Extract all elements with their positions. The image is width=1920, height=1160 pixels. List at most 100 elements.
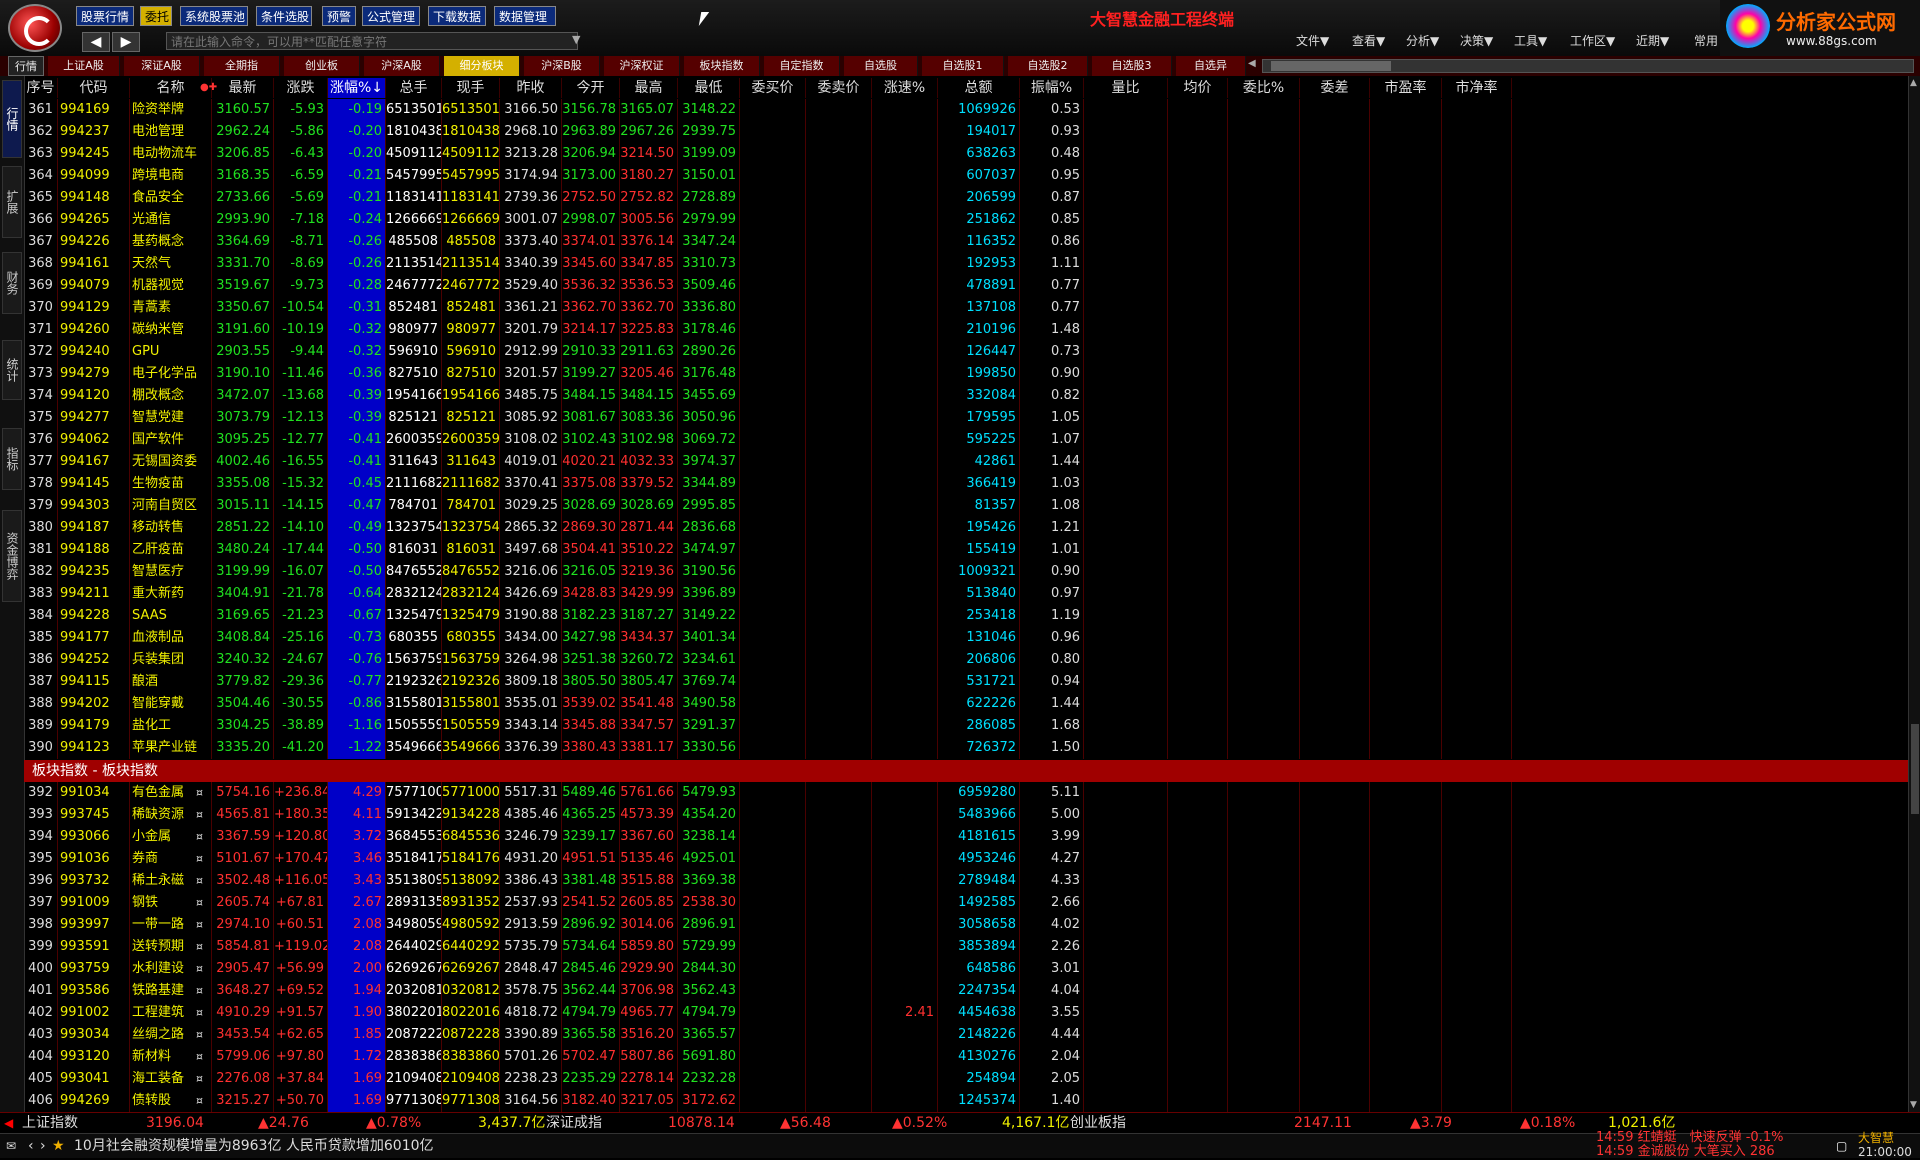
tab[interactable]: 上证A股	[48, 56, 120, 76]
column-header[interactable]: 涨速%	[872, 78, 938, 98]
tab[interactable]: 创业板	[284, 56, 360, 76]
column-header[interactable]: 涨跌	[274, 78, 328, 98]
table-row[interactable]: 404993120新材料5799.06+97.801.7228383860838…	[24, 1046, 1908, 1068]
toolbar-button[interactable]: 系统股票池	[180, 6, 248, 26]
column-header[interactable]: 代码	[58, 78, 130, 98]
ticker-next-icon[interactable]: ›	[40, 1134, 46, 1158]
tab[interactable]: 全期指	[204, 56, 280, 76]
table-row[interactable]: 397991009钢铁2605.74+67.812.67289313528931…	[24, 892, 1908, 914]
column-header[interactable]: 振幅%	[1020, 78, 1084, 98]
table-row[interactable]: 374 994120 棚改概念 3472.07 -13.68 -0.39 1954166 19…	[24, 385, 1908, 407]
table-row[interactable]: 375 994277 智慧党建 3073.79 -12.13 -0.39 825121 825…	[24, 407, 1908, 429]
menu-item[interactable]: 工具▼	[1514, 32, 1547, 49]
column-header[interactable]: 委卖价	[806, 78, 872, 98]
table-row[interactable]: 394993066小金属3367.59+120.803.723684553668…	[24, 826, 1908, 848]
table-row[interactable]: 364 994099 跨境电商 3168.35 -6.59 -0.21 5457995 545…	[24, 165, 1908, 187]
table-row[interactable]: 399993591送转预期5854.81+119.022.08264402926…	[24, 936, 1908, 958]
forward-button[interactable]: ▶	[112, 32, 140, 52]
sz-index-label[interactable]: 深证成指	[546, 1113, 602, 1133]
table-row[interactable]: 367 994226 基药概念 3364.69 -8.71 -0.26 485508 4855…	[24, 231, 1908, 253]
toolbar-button[interactable]: 股票行情	[76, 6, 134, 26]
column-header[interactable]: 今开	[562, 78, 620, 98]
table-row[interactable]: 390 994123 苹果产业链 3335.20 -41.20 -1.22 3549666 3…	[24, 737, 1908, 759]
toolbar-button[interactable]: 数据管理	[494, 6, 556, 26]
toolbar-button[interactable]: 公式管理	[362, 6, 420, 26]
table-row[interactable]: 370 994129 青蒿素 3350.67 -10.54 -0.31 852481 8524…	[24, 297, 1908, 319]
table-row[interactable]: 363 994245 电动物流车 3206.85 -6.43 -0.20 4509112 45…	[24, 143, 1908, 165]
column-header[interactable]: 总手	[386, 78, 442, 98]
column-header[interactable]: 市盈率	[1370, 78, 1442, 98]
table-row[interactable]: 402991002工程建筑4910.29+91.571.903802201680…	[24, 1002, 1908, 1024]
tab[interactable]: 自选股2	[1008, 56, 1088, 76]
toolbar-button[interactable]: 条件选股	[256, 6, 312, 26]
table-row[interactable]: 365 994148 食品安全 2733.66 -5.69 -0.21 1183141 118…	[24, 187, 1908, 209]
tab[interactable]: 自定指数	[764, 56, 840, 76]
table-row[interactable]: 406 994269 债转股 3215.27 +50.70 1.69 9771308 9771…	[24, 1090, 1908, 1112]
tab[interactable]: 板块指数	[684, 56, 760, 76]
command-input[interactable]: 请在此输入命令，可以用**匹配任意字符	[166, 32, 578, 50]
star-icon[interactable]: ★	[52, 1134, 65, 1158]
scroll-up-icon[interactable]: ▲	[1910, 78, 1917, 88]
menu-item[interactable]: 分析▼	[1406, 32, 1439, 49]
table-row[interactable]: 401993586铁路基建3648.27+69.521.942032081203…	[24, 980, 1908, 1002]
column-header[interactable]: 委买价	[740, 78, 806, 98]
menu-item[interactable]: 查看▼	[1352, 32, 1385, 49]
alert-line-2[interactable]: 14:59 金诚股份 大笔买入 286	[1596, 1144, 1775, 1160]
table-row[interactable]: 383 994211 重大新药 3404.91 -21.78 -0.64 2832124 28…	[24, 583, 1908, 605]
scroll-left-icon[interactable]: ◀	[4, 1113, 13, 1133]
menu-item[interactable]: 常用	[1694, 32, 1718, 49]
table-row[interactable]: 396993732稀土永磁3502.48+116.053.43351380925…	[24, 870, 1908, 892]
column-header[interactable]: 昨收	[500, 78, 562, 98]
table-row[interactable]: 398993997一带一路2974.10+60.512.083498059249…	[24, 914, 1908, 936]
tab[interactable]: 沪深A股	[364, 56, 440, 76]
table-row[interactable]: 381 994188 乙肝疫苗 3480.24 -17.44 -0.50 816031 816…	[24, 539, 1908, 561]
column-header[interactable]: 总额	[938, 78, 1020, 98]
table-row[interactable]: 373 994279 电子化学品 3190.10 -11.46 -0.36 827510 82…	[24, 363, 1908, 385]
table-row[interactable]: 382 994235 智慧医疗 3199.99 -16.07 -0.50 8476552 84…	[24, 561, 1908, 583]
column-header[interactable]: 委差	[1300, 78, 1370, 98]
table-row[interactable]: 371 994260 碳纳米管 3191.60 -10.19 -0.32 980977 980…	[24, 319, 1908, 341]
cy-index-label[interactable]: 创业板指	[1070, 1113, 1126, 1133]
news-headline[interactable]: 10月社会融资规模增量为8963亿 人民币贷款增加6010亿	[74, 1134, 434, 1158]
tab[interactable]: 自选股	[844, 56, 918, 76]
tab[interactable]: 行情	[8, 56, 44, 76]
ticker-prev-icon[interactable]: ‹	[28, 1134, 34, 1158]
column-selector-icon[interactable]: ●✚	[200, 78, 217, 98]
menu-item[interactable]: 工作区▼	[1570, 32, 1615, 49]
column-header[interactable]: 量比	[1084, 78, 1168, 98]
back-button[interactable]: ◀	[82, 32, 110, 52]
scroll-thumb[interactable]	[1911, 724, 1919, 814]
tab[interactable]: 沪深权证	[604, 56, 680, 76]
tab[interactable]: 自选异	[1176, 56, 1246, 76]
expand-icon[interactable]: ▢	[1836, 1134, 1847, 1158]
column-header[interactable]: 均价	[1168, 78, 1228, 98]
menu-item[interactable]: 决策▼	[1460, 32, 1493, 49]
mail-icon[interactable]: ✉	[6, 1134, 16, 1158]
table-row[interactable]: 376 994062 国产软件 3095.25 -12.77 -0.41 2600359 26…	[24, 429, 1908, 451]
table-row[interactable]: 405 993041 海工装备 2276.08 +37.84 1.69 2109408 210…	[24, 1068, 1908, 1090]
column-header[interactable]: 序号	[24, 78, 58, 98]
table-row[interactable]: 392991034有色金属5754.16+236.844.29757710005…	[24, 782, 1908, 804]
table-row[interactable]: 403993034丝绸之路3453.54+62.651.852087222808…	[24, 1024, 1908, 1046]
table-row[interactable]: 384 994228 SAAS 3169.65 -21.23 -0.67 1325479 13…	[24, 605, 1908, 627]
column-header[interactable]: 最低	[678, 78, 740, 98]
horizontal-scrollbar[interactable]	[1262, 59, 1914, 73]
tab[interactable]: 自选股3	[1092, 56, 1172, 76]
table-row[interactable]: 378 994145 生物疫苗 3355.08 -15.32 -0.45 2111682 21…	[24, 473, 1908, 495]
sidebar-tab[interactable]: 财务	[2, 252, 22, 314]
table-row[interactable]: 368 994161 天然气 3331.70 -8.69 -0.26 2113514 2113…	[24, 253, 1908, 275]
tab-scroll-left-icon[interactable]: ◀	[1248, 58, 1258, 72]
table-row[interactable]: 386 994252 兵装集团 3240.32 -24.67 -0.76 1563759 15…	[24, 649, 1908, 671]
app-logo-icon[interactable]	[8, 4, 62, 52]
sidebar-tab[interactable]: 扩展	[2, 166, 22, 238]
table-row[interactable]: 380 994187 移动转售 2851.22 -14.10 -0.49 1323754 13…	[24, 517, 1908, 539]
menu-item[interactable]: 近期▼	[1636, 32, 1669, 49]
table-row[interactable]: 388 994202 智能穿戴 3504.46 -30.55 -0.86 3155801 31…	[24, 693, 1908, 715]
tab[interactable]: 深证A股	[124, 56, 200, 76]
toolbar-button[interactable]: 委托	[140, 6, 172, 26]
table-row[interactable]: 379 994303 河南自贸区 3015.11 -14.15 -0.47 784701 78…	[24, 495, 1908, 517]
scroll-thumb[interactable]	[1271, 61, 1391, 71]
table-row[interactable]: 395991036券商5101.67+170.473.4635184176518…	[24, 848, 1908, 870]
tab[interactable]: 自选股1	[922, 56, 1004, 76]
table-row[interactable]: 393993745稀缺资源4565.81+180.354.11591342289…	[24, 804, 1908, 826]
